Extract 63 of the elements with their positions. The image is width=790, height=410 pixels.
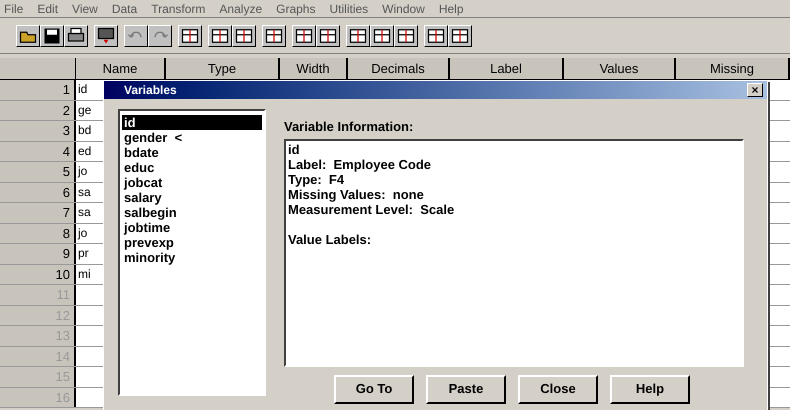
variable-item[interactable]: salary xyxy=(122,190,262,205)
row-number: 9 xyxy=(0,244,76,264)
variable-item[interactable]: bdate xyxy=(122,145,262,160)
dialog-button[interactable]: Close xyxy=(518,374,598,404)
column-header[interactable]: Values xyxy=(564,58,676,79)
toolbar-icon[interactable] xyxy=(124,24,148,46)
toolbar-icon[interactable] xyxy=(394,24,418,46)
toolbar-icon[interactable] xyxy=(262,24,286,46)
dialog-button[interactable]: Help xyxy=(610,374,690,404)
toolbar-icon[interactable] xyxy=(424,24,448,46)
variable-item[interactable]: salbegin xyxy=(122,205,262,220)
toolbar-icon[interactable] xyxy=(316,24,340,46)
menu-item[interactable]: Transform xyxy=(151,0,206,18)
toolbar-icon[interactable] xyxy=(370,24,394,46)
toolbar-icon[interactable] xyxy=(16,24,40,46)
close-button[interactable]: × xyxy=(747,83,763,97)
row-number: 5 xyxy=(0,162,76,182)
toolbar-icon[interactable] xyxy=(40,24,64,46)
dialog-title: Variables xyxy=(124,82,177,99)
column-header[interactable]: Width xyxy=(280,58,348,79)
menu-item[interactable]: File xyxy=(4,0,24,18)
menu-item[interactable]: Utilities xyxy=(329,0,368,18)
toolbar-icon[interactable] xyxy=(232,24,256,46)
dialog-button[interactable]: Paste xyxy=(426,374,506,404)
toolbar-icon[interactable] xyxy=(346,24,370,46)
toolbar-icon[interactable] xyxy=(148,24,172,46)
info-heading: Variable Information: xyxy=(284,118,414,136)
column-header[interactable]: Missing xyxy=(676,58,790,79)
toolbar-icon[interactable] xyxy=(208,24,232,46)
toolbar-icon[interactable] xyxy=(448,24,472,46)
toolbar-icon[interactable] xyxy=(178,24,202,46)
row-number: 3 xyxy=(0,121,76,140)
toolbar-icon[interactable] xyxy=(64,24,88,46)
info-line: Missing Values: none xyxy=(288,186,425,202)
menu-item[interactable]: Data xyxy=(112,0,138,18)
info-line: id xyxy=(288,142,301,156)
info-line: Value Labels: xyxy=(288,232,372,246)
toolbar-icon[interactable] xyxy=(292,24,316,46)
menu-item[interactable]: Window xyxy=(382,0,425,18)
toolbar-icon[interactable] xyxy=(94,24,118,46)
menu-item[interactable]: Help xyxy=(438,0,464,18)
dialog-button[interactable]: Go To xyxy=(334,374,414,404)
row-number: 6 xyxy=(0,182,76,202)
variable-item[interactable]: id xyxy=(122,115,262,130)
row-number: 4 xyxy=(0,142,76,161)
column-header[interactable]: Name xyxy=(76,58,166,79)
variable-item[interactable]: minority xyxy=(122,250,262,265)
variable-item[interactable]: educ xyxy=(122,160,262,175)
row-number: 2 xyxy=(0,100,76,120)
info-line: Measurement Level: Scale xyxy=(288,202,456,216)
column-header[interactable]: Label xyxy=(450,58,564,79)
menu-item[interactable]: Edit xyxy=(37,0,58,18)
column-header[interactable]: Decimals xyxy=(348,58,450,79)
menu-item[interactable]: View xyxy=(72,0,98,18)
menu-item[interactable]: Graphs xyxy=(276,0,316,18)
row-number: 7 xyxy=(0,203,76,222)
variable-item[interactable]: jobtime xyxy=(122,220,262,235)
variable-item[interactable]: prevexp xyxy=(122,235,262,250)
row-number: 8 xyxy=(0,224,76,243)
row-number: 10 xyxy=(0,264,76,284)
menu-item[interactable]: Analyze xyxy=(219,0,262,18)
column-header[interactable]: Type xyxy=(166,58,280,79)
row-number: 1 xyxy=(0,80,76,100)
